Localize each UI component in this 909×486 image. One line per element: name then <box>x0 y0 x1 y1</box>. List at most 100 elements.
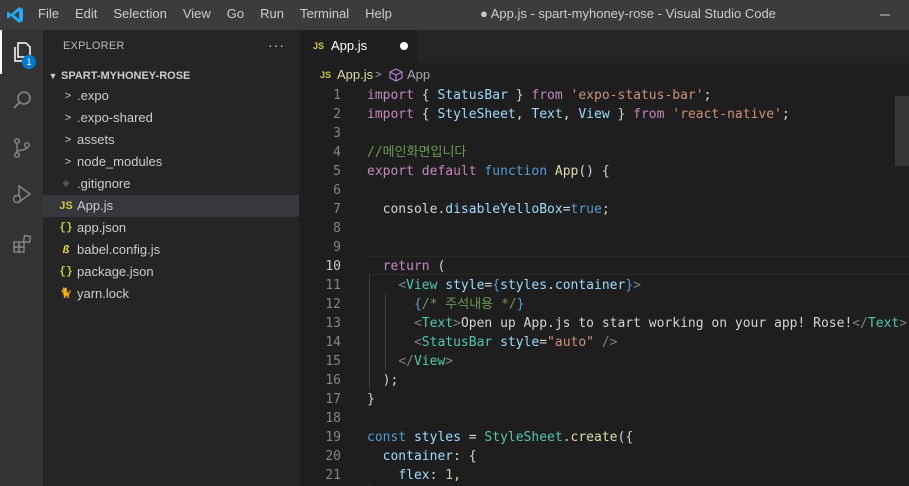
menu-help[interactable]: Help <box>357 0 400 30</box>
workspace-root-label: SPART-MYHONEY-ROSE <box>61 70 191 82</box>
line-number: 10 <box>325 259 341 274</box>
vertical-scrollbar-thumb[interactable] <box>895 96 909 166</box>
tree-item-label: .expo-shared <box>77 110 153 125</box>
menu-go[interactable]: Go <box>219 0 252 30</box>
code-line[interactable]: {/* 주석내용 */} <box>367 295 524 314</box>
tree-item-node-modules[interactable]: > node_modules <box>43 151 299 173</box>
tree-item-yarn-lock[interactable]: 🐈 yarn.lock <box>43 283 299 305</box>
code-token: styles <box>413 430 461 445</box>
code-token: 'expo-status-bar' <box>570 88 704 103</box>
extensions-activity-button[interactable] <box>0 222 43 266</box>
line-number: 4 <box>333 145 341 160</box>
line-number: 8 <box>333 221 341 236</box>
code-token: = <box>539 335 548 350</box>
code-token: < <box>413 335 422 350</box>
tree-item-package-json[interactable]: {} package.json <box>43 261 299 283</box>
chevron-right-icon: > <box>64 156 72 168</box>
tree-item-app-js[interactable]: JS App.js <box>43 195 299 217</box>
line-number: 12 <box>325 297 341 312</box>
tree-item-label: babel.config.js <box>77 242 161 257</box>
source-control-activity-button[interactable] <box>0 126 43 170</box>
tree-item-app-json[interactable]: {} app.json <box>43 217 299 239</box>
code-token: : { <box>453 449 477 464</box>
code-token: { <box>413 297 422 312</box>
tree-item-label: assets <box>77 132 115 147</box>
line-number: 16 <box>325 373 341 388</box>
search-icon <box>12 91 31 109</box>
code-token: </ <box>398 354 414 369</box>
code-line[interactable]: //메인화면입니다 <box>367 143 466 162</box>
code-line[interactable]: container: { <box>367 447 477 466</box>
code-token: 'react-native' <box>672 107 782 122</box>
code-token: //메인화면입니다 <box>367 145 467 160</box>
minimize-button[interactable] <box>861 0 909 30</box>
menu-bar: File Edit Selection View Go Run Terminal… <box>30 0 400 30</box>
code-token: style <box>445 278 485 293</box>
js-file-icon: JS <box>313 41 325 51</box>
run-debug-icon <box>12 184 31 204</box>
code-line[interactable]: <Text>Open up App.js to start working on… <box>367 314 907 333</box>
menu-file[interactable]: File <box>30 0 67 30</box>
code-line[interactable]: return ( <box>367 257 446 276</box>
line-number: 18 <box>325 411 341 426</box>
tree-item-babel-config[interactable]: ß babel.config.js <box>43 239 299 261</box>
code-editor[interactable]: 1 import { StatusBar } from 'expo-status-… <box>299 85 909 486</box>
code-line[interactable]: ); <box>367 371 399 390</box>
code-line[interactable]: const styles = StyleSheet.create({ <box>367 428 633 447</box>
menu-view[interactable]: View <box>175 0 219 30</box>
code-line[interactable]: } <box>367 390 375 409</box>
workspace-root-folder[interactable]: ▼ SPART-MYHONEY-ROSE <box>43 65 299 87</box>
code-token: disableYelloBox <box>445 202 563 217</box>
code-token: flex <box>398 468 430 483</box>
activity-bar: 1 <box>0 30 43 486</box>
breadcrumb-symbol[interactable]: App <box>407 64 430 86</box>
code-token: StyleSheet <box>484 430 563 445</box>
tree-item-label: .gitignore <box>77 176 131 191</box>
menu-selection[interactable]: Selection <box>105 0 174 30</box>
line-number: 2 <box>333 107 341 122</box>
code-token: { <box>413 88 438 103</box>
code-line[interactable]: <View style={styles.container}> <box>367 276 641 295</box>
tree-item-assets[interactable]: > assets <box>43 129 299 151</box>
code-token: { <box>492 278 501 293</box>
tab-app-js[interactable]: JS App.js <box>299 30 417 63</box>
code-token: , <box>515 107 532 122</box>
code-token: export <box>367 164 414 179</box>
menu-run[interactable]: Run <box>252 0 292 30</box>
breadcrumb-file[interactable]: App.js <box>337 64 373 86</box>
run-debug-activity-button[interactable] <box>0 172 43 216</box>
tree-item-expo[interactable]: > .expo <box>43 85 299 107</box>
code-token: /* 주석내용 */ <box>421 297 517 312</box>
line-number: 5 <box>333 164 341 179</box>
code-line[interactable]: console.disableYelloBox=true; <box>367 200 610 219</box>
editor-area: JS App.js JS App.js > App 1 import { Stat… <box>299 30 909 486</box>
chevron-right-icon: > <box>64 112 72 124</box>
explorer-activity-button[interactable]: 1 <box>0 30 43 74</box>
menu-edit[interactable]: Edit <box>67 0 105 30</box>
code-token: default <box>421 164 477 179</box>
code-line[interactable]: import { StyleSheet, Text, View } from '… <box>367 105 790 124</box>
code-token: function <box>484 164 548 179</box>
unsaved-dot-icon[interactable] <box>400 42 408 50</box>
line-number: 1 <box>333 88 341 103</box>
code-token: , <box>453 468 461 483</box>
code-line[interactable]: <StatusBar style="auto" /> <box>367 333 618 352</box>
code-token: import <box>367 88 414 103</box>
search-activity-button[interactable] <box>0 78 43 122</box>
line-number: 11 <box>325 278 341 293</box>
menu-terminal[interactable]: Terminal <box>292 0 357 30</box>
code-token: View <box>578 107 610 122</box>
code-line[interactable]: </View> <box>367 352 453 371</box>
more-actions-button[interactable]: ··· <box>268 30 285 60</box>
tree-item-gitignore[interactable]: ◆ .gitignore <box>43 173 299 195</box>
line-number: 20 <box>325 449 341 464</box>
code-line[interactable]: flex: 1, <box>367 466 461 485</box>
tree-item-expo-shared[interactable]: > .expo-shared <box>43 107 299 129</box>
current-line-highlight <box>367 256 909 275</box>
code-line[interactable]: export default function App() { <box>367 162 610 181</box>
code-line[interactable]: import { StatusBar } from 'expo-status-b… <box>367 86 711 105</box>
